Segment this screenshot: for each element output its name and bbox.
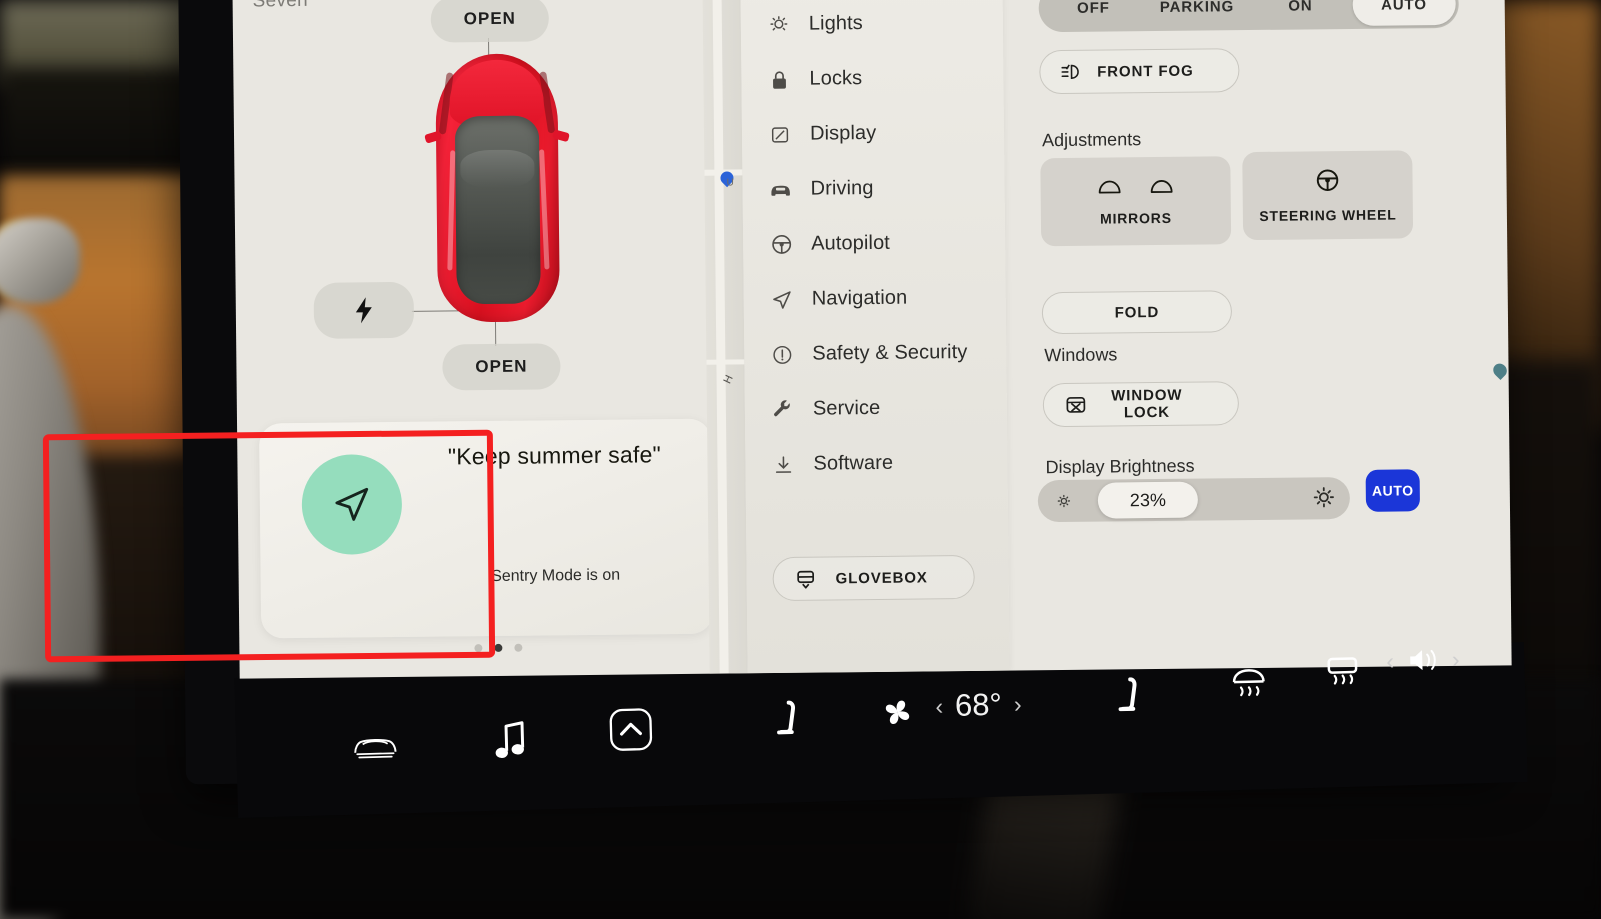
sidebar-item-label: Service bbox=[812, 396, 881, 420]
window-lock-icon bbox=[1064, 394, 1090, 416]
speaker-icon[interactable] bbox=[1406, 645, 1441, 676]
temperature-value: 68° bbox=[954, 686, 1003, 723]
sidebar-item-label: Lights bbox=[808, 12, 863, 35]
controls-menu-list: Lights Locks Display Driving Autopilot N… bbox=[741, 0, 1008, 492]
sidebar-item-label: Autopilot bbox=[811, 231, 891, 255]
chevron-left-icon[interactable]: ‹ bbox=[1386, 647, 1394, 674]
windows-heading: Windows bbox=[1044, 344, 1118, 366]
display-brightness-icon bbox=[768, 122, 792, 146]
window-lock-label: WINDOW LOCK bbox=[1111, 386, 1183, 422]
defrost-front-icon[interactable] bbox=[1228, 665, 1269, 700]
exclamation-circle-icon bbox=[770, 342, 794, 366]
sidebar-item-service[interactable]: Service bbox=[745, 380, 1008, 438]
voice-command-text: "Keep summer safe" bbox=[447, 441, 661, 470]
chevron-left-icon[interactable]: ‹ bbox=[935, 693, 943, 720]
sidebar-item-label: Display bbox=[809, 121, 877, 145]
screenshot-stage: Controls Seven OPEN OPEN bbox=[0, 0, 1601, 919]
sidebar-item-label: Navigation bbox=[811, 286, 908, 310]
pagination-dots[interactable] bbox=[474, 643, 523, 653]
pagination-dot-active[interactable] bbox=[494, 643, 503, 652]
window-lock-button[interactable]: WINDOW LOCK bbox=[1042, 381, 1240, 428]
fold-button[interactable]: FOLD bbox=[1041, 290, 1233, 335]
lightning-bolt-icon bbox=[354, 297, 374, 324]
lightbulb-icon bbox=[767, 12, 791, 36]
sidebar-item-locks[interactable]: Locks bbox=[741, 50, 1004, 108]
sun-small-icon bbox=[1055, 492, 1073, 510]
mirrors-label: MIRRORS bbox=[1099, 209, 1172, 227]
navigation-arrow-icon bbox=[332, 484, 372, 524]
adjustments-heading: Adjustments bbox=[1042, 129, 1142, 151]
glovebox-button[interactable]: GLOVEBOX bbox=[772, 554, 975, 602]
lights-mode-on[interactable]: ON bbox=[1248, 0, 1352, 27]
charge-port-button[interactable] bbox=[313, 281, 415, 339]
lights-mode-parking[interactable]: PARKING bbox=[1145, 0, 1249, 28]
map-pin-label: U bbox=[726, 177, 734, 189]
sidebar-item-label: Driving bbox=[810, 176, 874, 200]
front-fog-button[interactable]: FRONT FOG bbox=[1039, 48, 1240, 95]
sidebar-item-label: Safety & Security bbox=[812, 341, 968, 365]
lights-mode-off[interactable]: OFF bbox=[1042, 0, 1146, 29]
chevron-up-box-icon[interactable] bbox=[607, 706, 654, 753]
trunk-open-button[interactable]: OPEN bbox=[442, 343, 561, 391]
sidebar-item-autopilot[interactable]: Autopilot bbox=[743, 215, 1006, 273]
steering-wheel-tile[interactable]: STEERING WHEEL bbox=[1242, 150, 1414, 241]
glovebox-label: GLOVEBOX bbox=[835, 568, 928, 587]
fan-icon[interactable] bbox=[877, 693, 918, 734]
defrost-rear-icon[interactable] bbox=[1322, 655, 1363, 690]
frunk-open-button[interactable]: OPEN bbox=[430, 0, 550, 43]
front-fog-label: FRONT FOG bbox=[1097, 62, 1194, 81]
sidebar-item-display[interactable]: Display bbox=[742, 105, 1005, 163]
sidebar-item-label: Locks bbox=[809, 67, 863, 90]
display-brightness-heading: Display Brightness bbox=[1045, 455, 1195, 478]
chevron-right-icon[interactable]: › bbox=[1452, 646, 1460, 673]
car-front-icon bbox=[768, 177, 792, 201]
steering-wheel-icon bbox=[1314, 167, 1340, 193]
fold-label: FOLD bbox=[1114, 303, 1160, 321]
lock-icon bbox=[767, 67, 791, 91]
lights-mode-auto[interactable]: AUTO bbox=[1351, 0, 1456, 26]
display-brightness-slider[interactable]: 23% bbox=[1037, 477, 1351, 523]
lights-settings-panel: OFF PARKING ON AUTO FRONT FOG Adjustment… bbox=[1002, 0, 1511, 671]
car-illustration bbox=[424, 53, 570, 323]
steering-wheel-icon bbox=[769, 232, 793, 256]
download-arrow-icon bbox=[771, 452, 795, 476]
sidebar-item-label: Software bbox=[813, 451, 894, 475]
pagination-dot[interactable] bbox=[514, 643, 523, 652]
wrench-icon bbox=[771, 397, 795, 421]
fog-lamp-icon bbox=[1060, 61, 1086, 83]
lights-mode-segmented-control[interactable]: OFF PARKING ON AUTO bbox=[1038, 0, 1459, 33]
map-edge-pin-icon bbox=[1490, 360, 1510, 380]
voice-command-card[interactable]: "Keep summer safe" Sentry Mode is on bbox=[259, 418, 714, 639]
steering-wheel-label: STEERING WHEEL bbox=[1259, 206, 1397, 224]
door-handle bbox=[0, 218, 80, 304]
pagination-dot[interactable] bbox=[474, 644, 483, 653]
chevron-right-icon[interactable]: › bbox=[1014, 691, 1022, 718]
seat-heater-right-icon[interactable] bbox=[1111, 677, 1144, 722]
avatar bbox=[301, 453, 403, 555]
glovebox-icon bbox=[794, 567, 818, 591]
mirrors-icon bbox=[1095, 176, 1175, 197]
music-note-icon[interactable] bbox=[492, 719, 529, 762]
seat-heater-left-icon[interactable] bbox=[769, 700, 802, 745]
display-brightness-auto-button[interactable]: AUTO bbox=[1365, 469, 1421, 512]
temperature-control[interactable]: ‹ 68° › bbox=[935, 686, 1022, 724]
tesla-touchscreen: Controls Seven OPEN OPEN bbox=[232, 0, 1512, 679]
car-name-label: Seven bbox=[252, 0, 309, 12]
sidebar-item-safety-security[interactable]: Safety & Security bbox=[744, 325, 1007, 383]
car-view-panel: Seven OPEN OPEN "Keep summer safe" Sentr… bbox=[232, 0, 747, 679]
display-brightness-value[interactable]: 23% bbox=[1097, 481, 1199, 519]
voice-status-text: Sentry Mode is on bbox=[491, 566, 621, 586]
mirrors-tile[interactable]: MIRRORS bbox=[1040, 156, 1232, 247]
sidebar-item-driving[interactable]: Driving bbox=[742, 160, 1005, 218]
navigation-arrow-icon bbox=[770, 287, 794, 311]
sidebar-item-navigation[interactable]: Navigation bbox=[743, 270, 1006, 328]
sidebar-item-lights[interactable]: Lights bbox=[741, 0, 1004, 52]
volume-control[interactable]: ‹ › bbox=[1386, 644, 1460, 676]
sun-large-icon bbox=[1312, 485, 1336, 509]
controls-menu-panel: Lights Locks Display Driving Autopilot N… bbox=[740, 0, 1010, 674]
sidebar-item-software[interactable]: Software bbox=[745, 435, 1008, 493]
car-icon[interactable] bbox=[352, 731, 399, 762]
